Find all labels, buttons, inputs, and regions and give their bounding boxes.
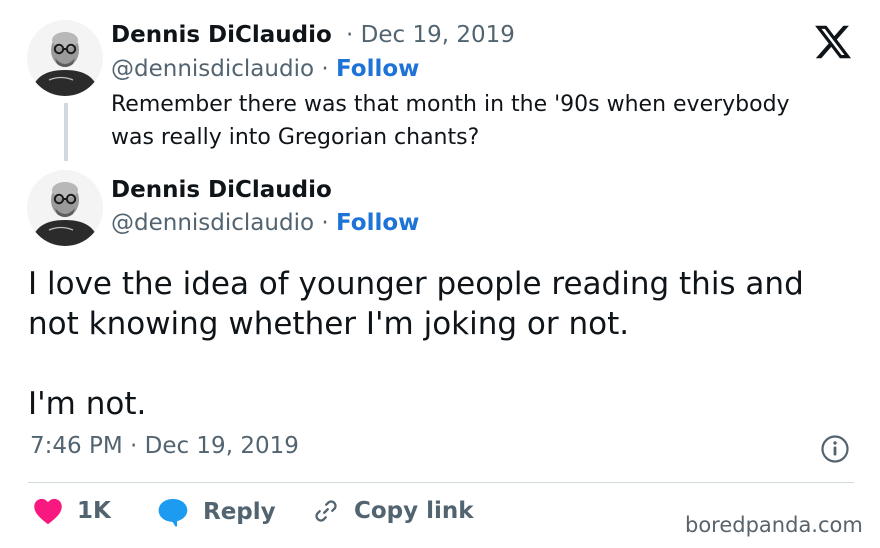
info-icon[interactable] (820, 434, 850, 464)
watermark: boredpanda.com (685, 513, 863, 537)
divider (28, 482, 854, 483)
author-handle[interactable]: @dennisdiclaudio (111, 210, 314, 236)
speech-bubble-icon (158, 498, 188, 527)
follow-button[interactable]: Follow (336, 210, 419, 236)
tweet-text: I love the idea of younger people readin… (28, 264, 858, 424)
tweet-text-paragraph: I love the idea of younger people readin… (28, 266, 804, 342)
author-handle[interactable]: @dennisdiclaudio (111, 56, 314, 82)
reply-button[interactable]: Reply (157, 497, 276, 527)
like-count: 1K (77, 498, 111, 524)
avatar[interactable] (27, 20, 103, 96)
separator: · (321, 56, 329, 82)
follow-button[interactable]: Follow (336, 56, 419, 82)
date: Dec 19, 2019 (360, 22, 515, 48)
separator: · (321, 210, 329, 236)
copy-link-button[interactable]: Copy link (312, 497, 474, 525)
link-icon (315, 500, 337, 522)
like-button[interactable]: 1K (33, 497, 111, 525)
handle-row: @dennisdiclaudio · Follow (111, 56, 419, 82)
avatar[interactable] (27, 170, 103, 246)
quoted-tweet-date[interactable]: · Dec 19, 2019 (346, 22, 515, 48)
copy-link-label: Copy link (354, 498, 474, 524)
heart-icon (34, 498, 62, 525)
tweet-text-paragraph: I'm not. (28, 386, 147, 422)
thread-line (64, 103, 68, 161)
x-logo-icon[interactable] (813, 22, 853, 62)
reply-label: Reply (203, 499, 276, 525)
tweet-timestamp[interactable]: 7:46 PM · Dec 19, 2019 (30, 433, 299, 459)
separator: · (346, 22, 354, 48)
quoted-tweet-text: Remember there was that month in the '90… (111, 92, 790, 150)
author-name[interactable]: Dennis DiClaudio (111, 22, 332, 48)
author-name[interactable]: Dennis DiClaudio (111, 177, 332, 203)
handle-row: @dennisdiclaudio · Follow (111, 210, 419, 236)
